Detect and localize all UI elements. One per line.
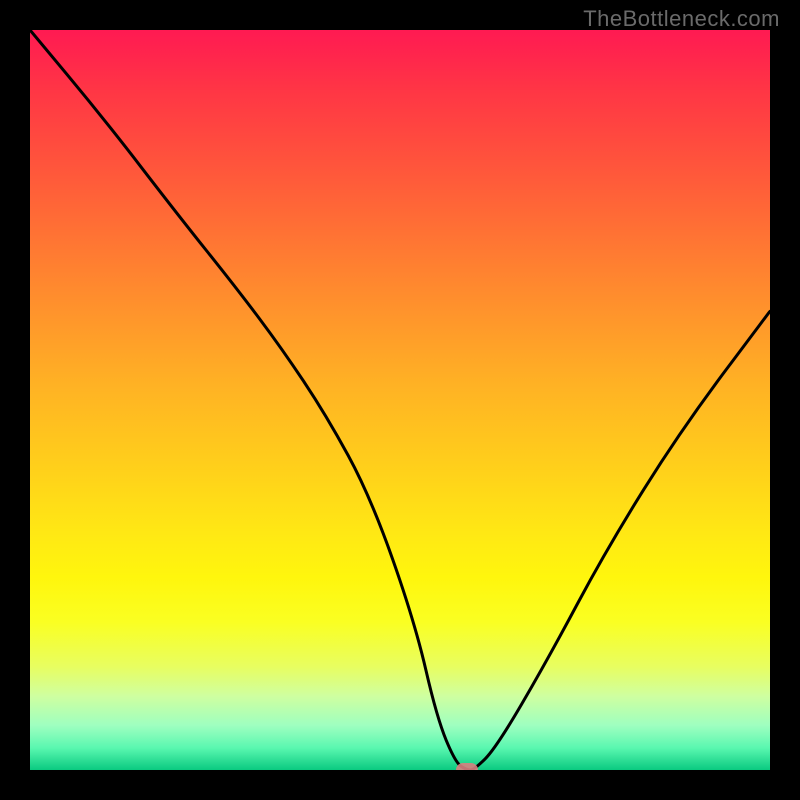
curve-svg — [30, 30, 770, 770]
chart-area — [30, 30, 770, 770]
curve-line — [30, 30, 770, 770]
watermark-label: TheBottleneck.com — [583, 6, 780, 32]
marker-dot — [456, 763, 478, 770]
